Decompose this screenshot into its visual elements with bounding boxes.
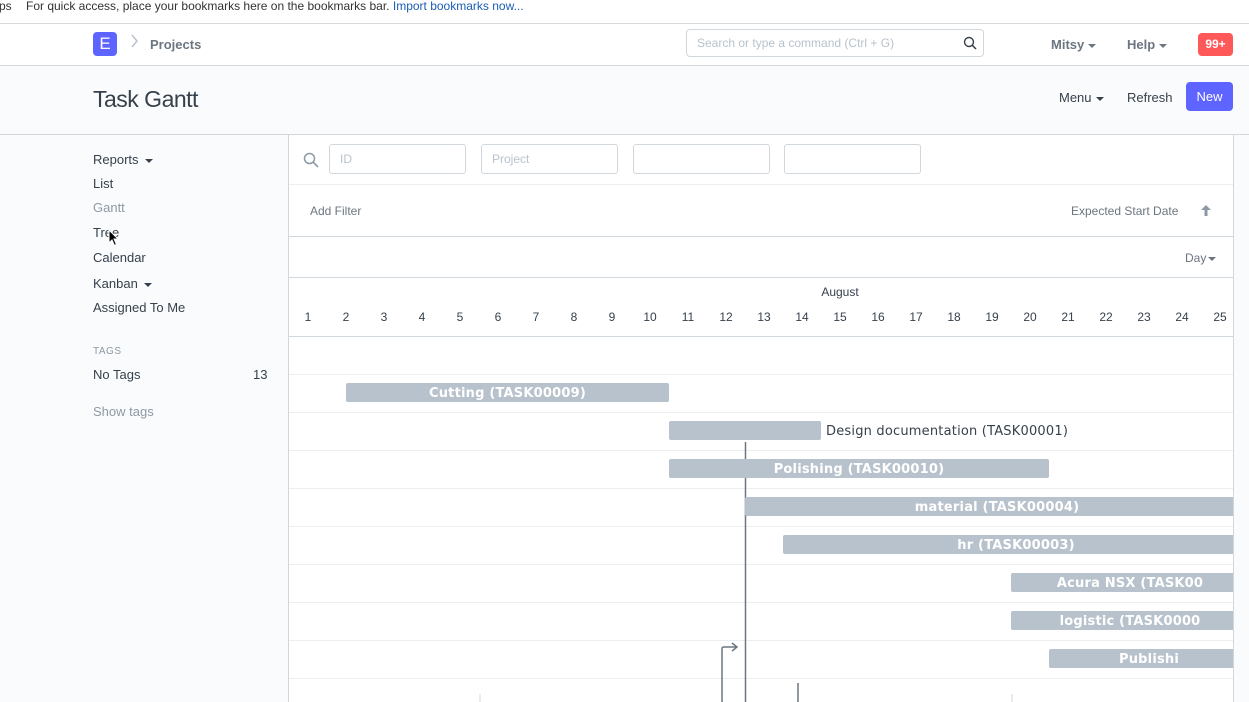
gantt-day-label: 9 xyxy=(609,310,616,324)
chevron-down-icon xyxy=(1095,96,1104,101)
sort-by-selector[interactable]: Expected Start Date xyxy=(1071,204,1178,218)
gantt-day-label: 14 xyxy=(795,310,809,324)
menu-button[interactable]: Menu xyxy=(1059,90,1104,105)
gantt-day-label: 1 xyxy=(305,310,312,324)
search-icon xyxy=(303,152,319,168)
filter-bar xyxy=(289,135,1233,185)
page-head: Task Gantt Menu Refresh New xyxy=(0,66,1249,135)
project-filter-input[interactable] xyxy=(481,144,618,174)
sidebar-item-assigned-to-me[interactable]: Assigned To Me xyxy=(93,300,185,315)
gantt-day-label: 7 xyxy=(533,310,540,324)
gantt-task-label: logistic (TASK0000 xyxy=(1060,614,1201,629)
gantt-day-label: 15 xyxy=(833,310,847,324)
gantt-task-label: Polishing (TASK00010) xyxy=(774,462,945,477)
gantt-day-label: 12 xyxy=(719,310,733,324)
gantt-panel: Add Filter Expected Start Date Day Augus… xyxy=(288,135,1234,702)
gantt-task-label: Design documentation (TASK00001) xyxy=(826,424,1068,439)
gantt-view-bar: Day xyxy=(289,237,1233,278)
chevron-down-icon xyxy=(1088,43,1097,48)
gantt-day-label: 16 xyxy=(871,310,885,324)
gantt-month-label: August xyxy=(821,285,859,299)
gantt-day-label: 21 xyxy=(1061,310,1075,324)
gantt-day-label: 11 xyxy=(682,310,695,324)
gantt-day-label: 5 xyxy=(457,310,464,324)
gantt-day-label: 2 xyxy=(343,310,350,324)
help-menu-label: Help xyxy=(1127,37,1156,52)
show-tags-link[interactable]: Show tags xyxy=(93,404,154,419)
gantt-day-label: 6 xyxy=(495,310,502,324)
import-bookmarks-link[interactable]: Import bookmarks now... xyxy=(393,0,524,13)
help-menu-dropdown[interactable]: Help xyxy=(1127,37,1168,52)
gantt-task-label: hr (TASK00003) xyxy=(957,538,1074,553)
gantt-day-label: 20 xyxy=(1023,310,1037,324)
gantt-chart: August1 2 3 4 5 6 7 8 9 10 11 12 13 14 15 16 17 18 19 20 21 2… xyxy=(289,285,1233,702)
gantt-day-label: 23 xyxy=(1137,310,1151,324)
navbar: E Projects Mitsy Help 99+ xyxy=(0,24,1249,66)
sidebar-item-label: Reports xyxy=(93,152,139,167)
user-menu-dropdown[interactable]: Mitsy xyxy=(1051,37,1097,52)
gantt-task-bar[interactable] xyxy=(669,421,821,440)
gantt-day-label: 19 xyxy=(985,310,999,324)
gantt-day-label: 3 xyxy=(381,310,388,324)
notifications-badge[interactable]: 99+ xyxy=(1198,33,1233,56)
gantt-day-label: 18 xyxy=(947,310,961,324)
gantt-day-label: 8 xyxy=(571,310,578,324)
page-title: Task Gantt xyxy=(93,86,198,112)
awesomebar-search xyxy=(686,29,984,57)
gantt-task-label: Cutting (TASK00009) xyxy=(429,386,586,401)
bookmarks-bar: ps For quick access, place your bookmark… xyxy=(0,0,1249,24)
gantt-task-label: Acura NSX (TASK00 xyxy=(1057,576,1203,591)
search-input[interactable] xyxy=(687,30,957,56)
sidebar-item-gantt[interactable]: Gantt xyxy=(93,200,125,215)
gantt-day-label: 17 xyxy=(909,310,923,324)
user-menu-label: Mitsy xyxy=(1051,37,1085,52)
gantt-day-label: 22 xyxy=(1099,310,1113,324)
breadcrumb-chevron-icon xyxy=(130,34,139,53)
view-mode-dropdown[interactable]: Day xyxy=(1185,251,1217,265)
add-filter-button[interactable]: Add Filter xyxy=(310,204,361,218)
bookmarks-bar-message: For quick access, place your bookmarks h… xyxy=(26,0,524,13)
gantt-task-label: material (TASK00004) xyxy=(915,500,1079,515)
mouse-cursor-icon xyxy=(108,229,120,247)
bookmarks-hint-text: For quick access, place your bookmarks h… xyxy=(26,0,390,13)
sidebar-item-kanban[interactable]: Kanban xyxy=(93,276,152,291)
gantt-day-label: 25 xyxy=(1213,310,1227,324)
sort-bar: Add Filter Expected Start Date xyxy=(289,185,1233,237)
tags-heading: TAGS xyxy=(93,346,122,357)
menu-button-label: Menu xyxy=(1059,90,1092,105)
id-filter-input[interactable] xyxy=(329,144,466,174)
refresh-button[interactable]: Refresh xyxy=(1127,90,1173,105)
sidebar-item-list[interactable]: List xyxy=(93,176,113,191)
chevron-down-icon xyxy=(144,158,153,163)
gantt-day-label: 4 xyxy=(419,310,426,324)
bookmarks-bar-fragment: ps xyxy=(0,0,12,13)
gantt-task-label: Publishi xyxy=(1119,652,1179,667)
search-icon[interactable] xyxy=(963,36,977,50)
breadcrumb-projects[interactable]: Projects xyxy=(150,37,201,52)
gantt-day-label: 13 xyxy=(757,310,771,324)
gantt-day-label: 10 xyxy=(643,310,657,324)
sidebar-item-label: Kanban xyxy=(93,276,138,291)
sort-ascending-icon[interactable] xyxy=(1201,205,1211,216)
chevron-down-icon xyxy=(1159,43,1168,48)
gantt-dependency-arrow xyxy=(721,646,799,702)
filter-input-4[interactable] xyxy=(784,144,921,174)
gantt-day-label: 24 xyxy=(1175,310,1189,324)
view-mode-label: Day xyxy=(1185,251,1207,265)
tag-no-tags[interactable]: No Tags xyxy=(93,367,140,382)
sidebar-item-reports[interactable]: Reports xyxy=(93,152,153,167)
tag-count: 13 xyxy=(253,367,268,382)
chevron-down-icon xyxy=(1208,256,1217,261)
chevron-down-icon xyxy=(143,282,152,287)
new-button[interactable]: New xyxy=(1186,82,1233,111)
filter-input-3[interactable] xyxy=(633,144,770,174)
sidebar-item-calendar[interactable]: Calendar xyxy=(93,250,146,265)
app-logo[interactable]: E xyxy=(93,32,117,56)
